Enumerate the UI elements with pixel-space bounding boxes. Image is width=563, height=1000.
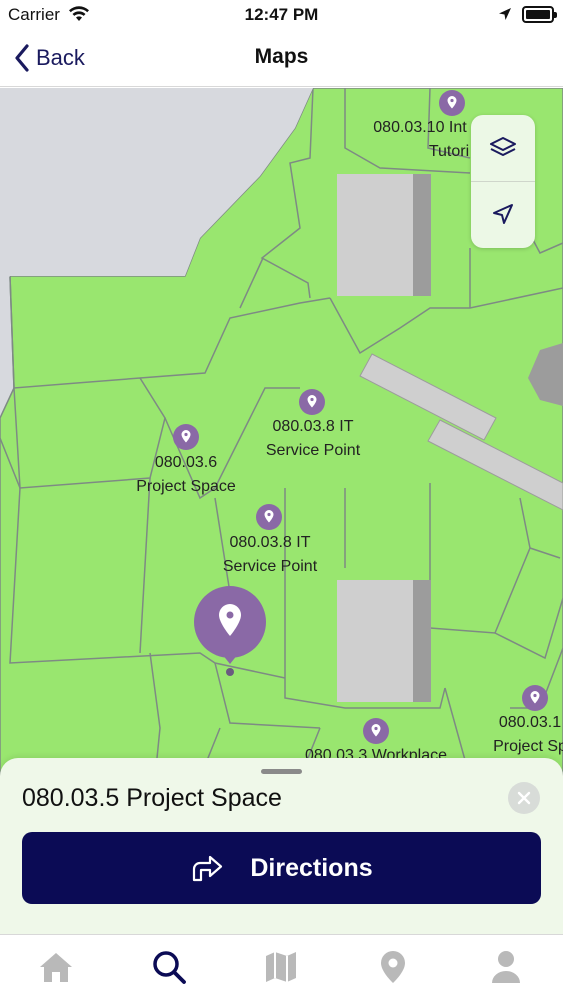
room-pin-icon[interactable] bbox=[173, 424, 199, 450]
directions-arrow-icon bbox=[193, 855, 223, 882]
navigation-bar: Back Maps bbox=[0, 30, 563, 87]
tab-bar bbox=[0, 934, 563, 1000]
room-pin-icon[interactable] bbox=[439, 90, 465, 116]
room-pin-icon[interactable] bbox=[522, 685, 548, 711]
room-label: 080.03.1 Project Sp bbox=[493, 714, 563, 755]
clock: 12:47 PM bbox=[244, 5, 319, 24]
selected-location-marker-icon[interactable] bbox=[194, 586, 266, 678]
map-icon bbox=[266, 952, 296, 982]
building-shade bbox=[413, 580, 431, 702]
status-bar: Carrier 12:47 PM bbox=[0, 0, 563, 30]
drag-handle[interactable] bbox=[261, 769, 302, 774]
room-pin-icon[interactable] bbox=[256, 504, 282, 530]
tab-home[interactable] bbox=[34, 947, 78, 987]
navigation-arrow-icon bbox=[493, 204, 513, 224]
location-services-icon bbox=[498, 7, 512, 26]
tab-places[interactable] bbox=[371, 947, 415, 987]
page-title: Maps bbox=[254, 45, 309, 68]
battery-icon bbox=[522, 6, 557, 23]
profile-icon bbox=[492, 951, 520, 983]
locate-me-button[interactable] bbox=[471, 182, 535, 248]
room-label: 080.03.8 IT Service Point bbox=[222, 534, 318, 575]
close-icon bbox=[517, 791, 531, 805]
location-title: 080.03.5 Project Space bbox=[22, 784, 282, 812]
layers-button[interactable] bbox=[471, 115, 535, 181]
directions-button[interactable]: Directions bbox=[22, 832, 541, 904]
building-shade bbox=[413, 174, 431, 296]
close-button[interactable] bbox=[508, 782, 540, 814]
building-block bbox=[337, 580, 413, 702]
layers-icon bbox=[490, 137, 516, 156]
tab-map[interactable] bbox=[259, 947, 303, 987]
room-pin-icon[interactable] bbox=[363, 718, 389, 744]
tab-profile[interactable] bbox=[484, 947, 528, 987]
location-pin-icon bbox=[381, 951, 405, 983]
room-label: 080.03.10 Int Tutori bbox=[373, 119, 470, 160]
directions-label: Directions bbox=[250, 853, 373, 882]
building-block bbox=[337, 174, 413, 296]
map-controls bbox=[471, 115, 535, 248]
room-pin-icon[interactable] bbox=[299, 389, 325, 415]
tab-search[interactable] bbox=[147, 947, 191, 987]
room-label: 080.03.6 Project Space bbox=[136, 454, 236, 495]
search-icon bbox=[153, 951, 186, 984]
home-icon bbox=[40, 953, 72, 982]
indoor-map[interactable]: 080.03.10 Int Tutori 080.03.8 IT Service P… bbox=[0, 88, 563, 778]
location-detail-sheet: 080.03.5 Project Space Directions bbox=[0, 758, 563, 934]
room-label: 080.03.8 IT Service Point bbox=[265, 418, 361, 459]
